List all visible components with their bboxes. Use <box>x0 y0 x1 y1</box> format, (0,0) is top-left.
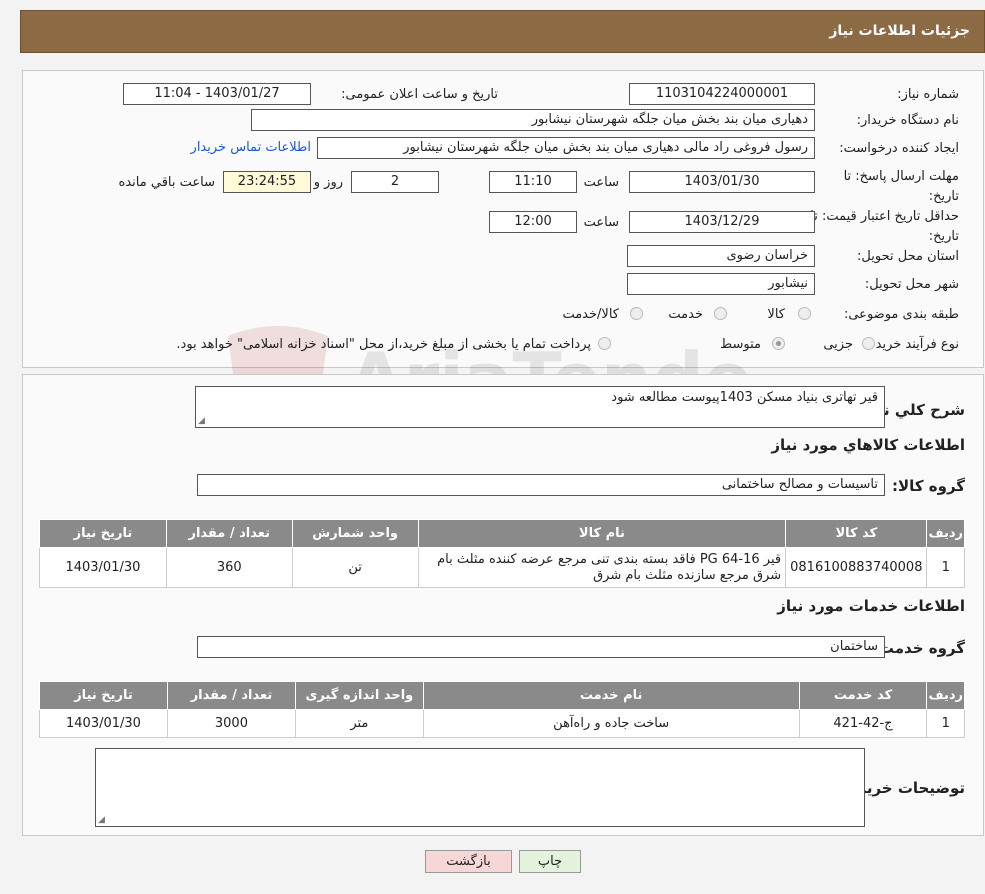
goods-cell-index: 1 <box>926 547 965 588</box>
category-radio-goods[interactable] <box>798 307 811 320</box>
services-header-code: کد خدمت <box>798 681 928 710</box>
services-cell-date: 1403/01/30 <box>39 709 168 738</box>
payment-checkbox[interactable] <box>598 337 611 350</box>
deadline-time-field: 11:10 <box>489 171 577 193</box>
province-field: خراسان رضوی <box>627 245 815 267</box>
services-cell-qty: 3000 <box>166 709 296 738</box>
validity-time-field: 12:00 <box>489 211 577 233</box>
category-option-goods-service: کالا/خدمت <box>562 307 619 322</box>
need-number-field: 1103104224000001 <box>629 83 815 105</box>
goods-header-qty: تعداد / مقدار <box>165 519 293 548</box>
buyer-org-label: نام دستگاه خریدار: <box>856 113 959 128</box>
services-group-label: گروه خدمت: <box>872 639 965 657</box>
services-header-date: تاريخ نياز <box>39 681 168 710</box>
goods-cell-date: 1403/01/30 <box>39 547 167 588</box>
goods-table-header: رديف کد کالا نام کالا واحد شمارش تعداد /… <box>39 519 965 548</box>
category-option-service: خدمت <box>668 307 703 322</box>
goods-cell-code: 0816100883740008 <box>785 547 928 588</box>
process-label: نوع فرآیند خرید : <box>867 337 959 352</box>
need-number-label: شماره نیاز: <box>897 87 959 102</box>
description-field: قیر تهاتری بنیاد مسکن 1403پیوست مطالعه ش… <box>195 386 885 428</box>
services-group-field: ساختمان <box>197 636 885 658</box>
services-cell-name: ساخت جاده و راه‌آهن <box>422 709 800 738</box>
goods-group-label: گروه کالا: <box>892 477 965 495</box>
deadline-label: مهلت ارسال پاسخ: تا تاریخ: <box>843 169 959 204</box>
services-section-title: اطلاعات خدمات مورد نياز <box>777 597 965 615</box>
need-info-panel: AriaTender.neT شماره نیاز: 1103104224000… <box>22 70 984 424</box>
process-option-medium: متوسط <box>720 337 761 352</box>
deadline-time-label: ساعت <box>583 175 619 190</box>
days-field: 2 <box>351 171 439 193</box>
details-panel: شرح کلي نياز: قیر تهاتری بنیاد مسکن 1403… <box>22 374 984 836</box>
city-label: شهر محل تحویل: <box>864 277 959 292</box>
remaining-time-field: 23:24:55 <box>223 171 311 193</box>
resize-grip-icon: ◢ <box>98 815 105 825</box>
category-radio-goods-service[interactable] <box>630 307 643 320</box>
page-header: جزئیات اطلاعات نیاز <box>20 10 985 53</box>
category-radio-service[interactable] <box>714 307 727 320</box>
creator-field: رسول فروغی راد مالی دهیاری میان بند بخش … <box>317 137 815 159</box>
goods-header-name: نام کالا <box>417 519 787 548</box>
process-radio-medium[interactable] <box>772 337 785 350</box>
remaining-label: ساعت باقي مانده <box>118 175 215 190</box>
category-option-goods: کالا <box>767 307 785 322</box>
back-button[interactable]: بازگشت <box>425 850 512 873</box>
services-header-index: رديف <box>926 681 965 710</box>
buyer-org-field: دهیاری میان بند بخش میان جلگه شهرستان نی… <box>251 109 815 131</box>
table-row: 1 ج-42-421 ساخت جاده و راه‌آهن متر 3000 … <box>39 709 965 738</box>
description-text: قیر تهاتری بنیاد مسکن 1403پیوست مطالعه ش… <box>611 390 878 405</box>
goods-section-title: اطلاعات کالاهاي مورد نياز <box>771 436 965 454</box>
table-row: 1 0816100883740008 قیر 16-64 PG فاقد بست… <box>39 547 965 588</box>
validity-date-field: 1403/12/29 <box>629 211 815 233</box>
buyer-notes-field: ◢ <box>95 748 865 827</box>
resize-grip-icon: ◢ <box>198 416 205 426</box>
goods-header-unit: واحد شمارش <box>291 519 419 548</box>
services-cell-unit: متر <box>294 709 424 738</box>
process-radio-minor[interactable] <box>862 337 875 350</box>
validity-time-label: ساعت <box>583 215 619 230</box>
goods-cell-name: قیر 16-64 PG فاقد بسته بندی تنی مرجع عرض… <box>417 547 787 588</box>
announce-label: تاریخ و ساعت اعلان عمومی: <box>341 87 498 102</box>
creator-label: ایجاد کننده درخواست: <box>839 141 959 156</box>
goods-header-index: رديف <box>926 519 965 548</box>
category-label: طبقه بندی موضوعی: <box>843 307 959 322</box>
city-field: نیشابور <box>627 273 815 295</box>
days-label: روز و <box>313 175 343 190</box>
services-cell-code: ج-42-421 <box>798 709 928 738</box>
announce-field: 1403/01/27 - 11:04 <box>123 83 311 105</box>
process-option-minor: جزیی <box>823 337 853 352</box>
deadline-date-field: 1403/01/30 <box>629 171 815 193</box>
goods-table: رديف کد کالا نام کالا واحد شمارش تعداد /… <box>39 519 965 588</box>
services-table: رديف کد خدمت نام خدمت واحد اندازه گيری ت… <box>39 681 965 738</box>
validity-label: حداقل تاریخ اعتبار قیمت: تا تاریخ: <box>810 209 959 244</box>
print-button[interactable]: چاپ <box>519 850 581 873</box>
goods-group-field: تاسیسات و مصالح ساختمانی <box>197 474 885 496</box>
goods-header-code: کد کالا <box>785 519 928 548</box>
services-header-unit: واحد اندازه گيری <box>294 681 424 710</box>
goods-header-date: تاريخ نياز <box>39 519 167 548</box>
services-table-header: رديف کد خدمت نام خدمت واحد اندازه گيری ت… <box>39 681 965 710</box>
page-title: جزئیات اطلاعات نیاز <box>829 23 970 39</box>
services-header-name: نام خدمت <box>422 681 800 710</box>
province-label: استان محل تحویل: <box>857 249 959 264</box>
process-note: پرداخت تمام یا بخشی از مبلغ خرید،از محل … <box>176 337 591 352</box>
goods-cell-qty: 360 <box>165 547 293 588</box>
goods-cell-unit: تن <box>291 547 419 588</box>
services-cell-index: 1 <box>926 709 965 738</box>
services-header-qty: تعداد / مقدار <box>166 681 296 710</box>
buyer-contact-link[interactable]: اطلاعات تماس خریدار <box>191 140 311 155</box>
